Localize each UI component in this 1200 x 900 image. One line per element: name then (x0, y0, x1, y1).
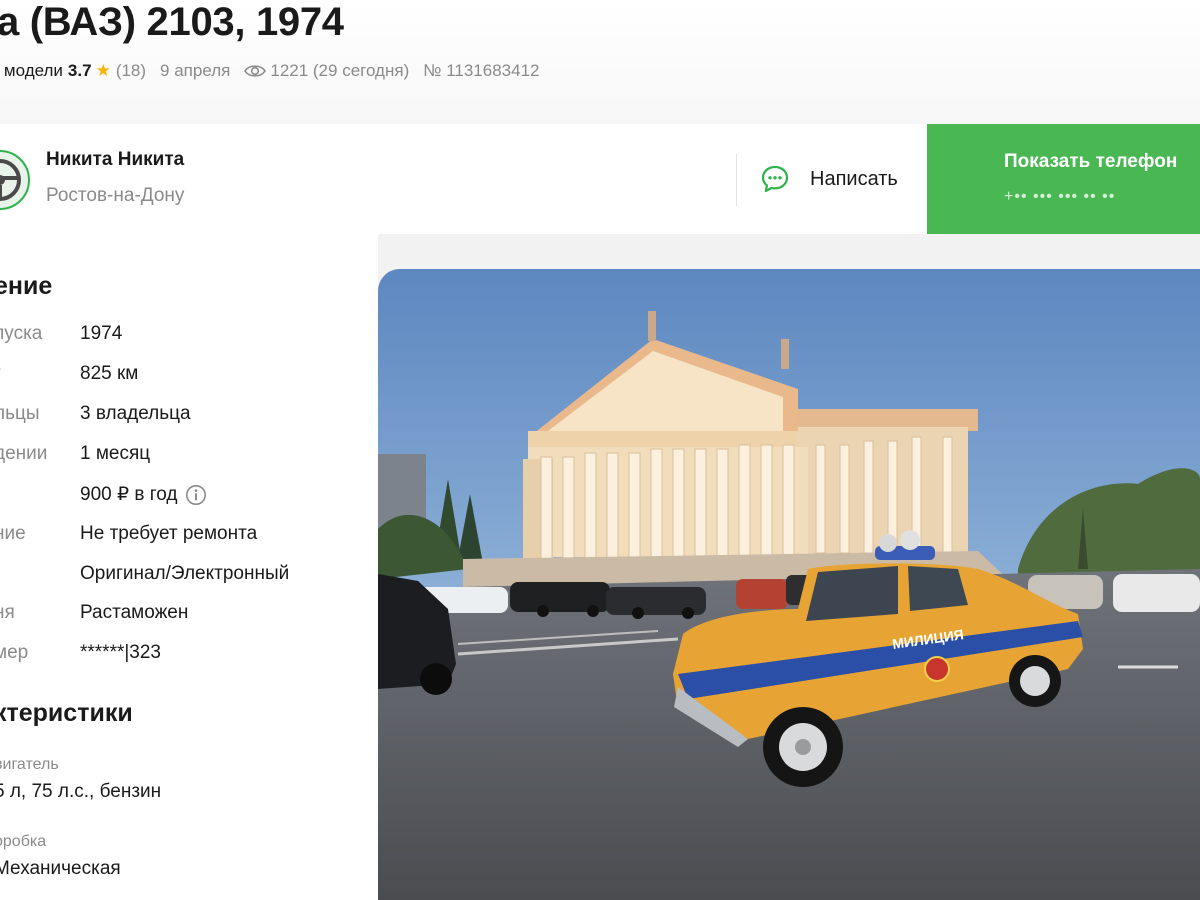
rating-value[interactable]: 3.7 (68, 61, 92, 81)
write-label: Написать (810, 167, 898, 190)
spec-label: г (0, 363, 1, 385)
star-icon: ★ (95, 61, 111, 80)
steering-wheel-icon (0, 159, 21, 201)
spec-value: Растаможен (80, 602, 189, 623)
spec-value: 1974 (80, 323, 123, 344)
spec-value: Оригинал/Электронный (80, 563, 290, 584)
char-value: Механическая (0, 858, 121, 879)
listing-number: № 1131683412 (423, 61, 540, 80)
car-photo-illustration: МИЛИЦИЯ (378, 269, 1200, 900)
rating-label: г модели (0, 61, 63, 80)
seller-bar: Никита Никита Ростов-на-Дону Написать По… (0, 124, 1200, 234)
spec-value: 1 месяц (80, 443, 151, 464)
write-message-button[interactable]: Написать (760, 160, 898, 198)
show-phone-button[interactable]: Показать телефон +•• ••• ••• •• •• (927, 124, 1200, 234)
chat-icon (761, 165, 789, 193)
spec-value: Не требует ремонта (80, 523, 258, 544)
rating-count[interactable]: (18) (116, 61, 146, 81)
divider (736, 154, 737, 206)
car-photo[interactable]: МИЛИЦИЯ (378, 269, 1200, 900)
char-label: вигатель (0, 756, 59, 773)
char-label: оробка (0, 833, 47, 850)
eye-icon (244, 65, 267, 77)
char-value: 5 л, 75 л.с., бензин (0, 781, 162, 802)
spec-value: ******|323 (80, 642, 162, 663)
seller-name[interactable]: Никита Никита (46, 149, 184, 171)
show-phone-label: Показать телефон (1004, 151, 1178, 172)
seller-city: Ростов-на-Дону (46, 185, 185, 206)
spec-label: пуска (0, 323, 43, 344)
listing-date: 9 апреля (160, 61, 231, 80)
listing-title: а (ВАЗ) 2103, 1974 (0, 0, 344, 44)
spec-value: 3 владельца (80, 403, 191, 424)
spec-label: ня (0, 602, 15, 623)
spec-label: льцы (0, 403, 40, 424)
avatar[interactable] (0, 150, 30, 210)
spec-value: 900 ₽ в год (80, 484, 178, 505)
spec-value: 825 км (80, 363, 139, 384)
details-panel: ение пуска 1974 г 825 км льцы 3 владельц… (0, 234, 378, 900)
details-section-title: ение (0, 272, 53, 300)
listing-header: а (ВАЗ) 2103, 1974 г модели 3.7 ★ (18) 9… (0, 0, 1200, 124)
spec-label: дении (0, 443, 48, 464)
spec-label: мер (0, 642, 29, 663)
listing-meta: г модели 3.7 ★ (18) 9 апреля 1221 (29 се… (0, 61, 539, 81)
info-icon[interactable] (185, 484, 207, 506)
phone-mask: +•• ••• ••• •• •• (1004, 188, 1116, 205)
tax-row-value: 900 ₽ в год (80, 483, 207, 506)
views-count: 1221 (29 сегодня) (270, 61, 410, 80)
characteristics-section-title: ктеристики (0, 699, 133, 727)
spec-label: ние (0, 523, 26, 544)
